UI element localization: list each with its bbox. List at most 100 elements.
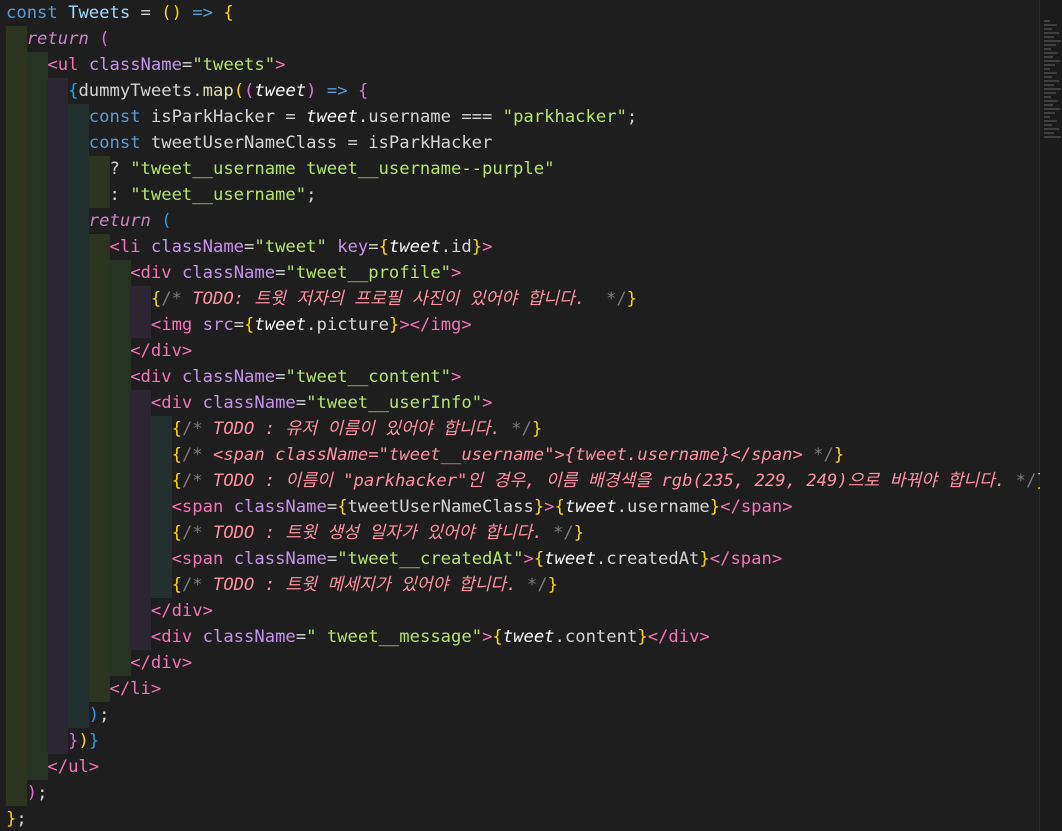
code-token: > — [275, 55, 286, 75]
code-text: return ( — [6, 211, 172, 231]
code-token: "parkhacker" — [502, 107, 627, 127]
code-line[interactable]: <ul className="tweets"> — [0, 52, 1040, 78]
code-line[interactable]: {/* TODO : 트윗 생성 일자가 있어야 합니다. */} — [0, 520, 1040, 546]
code-line[interactable]: })} — [0, 728, 1040, 754]
code-line[interactable]: </div> — [0, 598, 1040, 624]
code-line[interactable]: : "tweet__username"; — [0, 182, 1040, 208]
minimap-line — [1044, 36, 1054, 38]
code-line[interactable]: ? "tweet__username tweet__username--purp… — [0, 156, 1040, 182]
code-line[interactable]: ); — [0, 780, 1040, 806]
code-token: = — [368, 237, 379, 257]
minimap-line — [1044, 80, 1059, 82]
code-token: tweet — [564, 497, 617, 517]
code-token: { — [171, 523, 182, 543]
code-line[interactable]: const isParkHacker = tweet.username === … — [0, 104, 1040, 130]
code-token: => — [192, 3, 213, 23]
code-token: /* — [181, 523, 213, 543]
minimap[interactable] — [1039, 0, 1062, 831]
code-line[interactable]: </div> — [0, 338, 1040, 364]
code-token: ? — [109, 159, 131, 179]
code-token: } — [88, 731, 100, 751]
code-line[interactable]: </ul> — [0, 754, 1040, 780]
code-token: const — [6, 3, 69, 23]
code-line[interactable]: {dummyTweets.map((tweet) => { — [0, 78, 1040, 104]
code-token: <div — [150, 393, 193, 413]
code-text: ? "tweet__username tweet__username--purp… — [6, 159, 554, 179]
minimap-line — [1044, 72, 1057, 74]
code-line[interactable]: }; — [0, 806, 1040, 831]
minimap-line — [1044, 32, 1059, 34]
code-token: tweetUserNameClass = isParkHacker — [150, 133, 493, 153]
code-token: return — [26, 29, 89, 49]
code-token: () — [161, 3, 182, 23]
minimap-line — [1044, 92, 1056, 94]
code-token: /* — [181, 575, 213, 595]
code-line[interactable]: {/* TODO : 이름이 "parkhacker"인 경우, 이름 배경색을… — [0, 468, 1040, 494]
code-editor[interactable]: const Tweets = () => { return ( <ul clas… — [0, 0, 1040, 831]
code-token: .createdAt — [595, 549, 700, 569]
code-token: ) — [88, 705, 100, 725]
code-token: <img — [150, 315, 193, 335]
code-token: */ — [553, 523, 574, 543]
code-line[interactable]: <span className={tweetUserNameClass}>{tw… — [0, 494, 1040, 520]
code-text: </li> — [6, 679, 161, 699]
code-token: ></img> — [399, 315, 472, 335]
code-line[interactable]: <div className="tweet__userInfo"> — [0, 390, 1040, 416]
code-token: <div — [150, 627, 193, 647]
code-line[interactable]: const Tweets = () => { — [0, 0, 1040, 26]
code-line[interactable]: </li> — [0, 676, 1040, 702]
minimap-line — [1044, 28, 1052, 30]
code-token: "tweet__username tweet__username--purple… — [130, 159, 555, 179]
code-token: const — [88, 107, 151, 127]
code-token: ; — [306, 185, 317, 205]
code-line[interactable]: {/* <span className="tweet__username">{t… — [0, 442, 1040, 468]
code-text: </ul> — [6, 757, 99, 777]
code-text: ); — [6, 783, 48, 803]
code-token: } — [531, 419, 543, 439]
code-token: </ul> — [47, 757, 100, 777]
code-token: { — [171, 445, 182, 465]
code-line[interactable]: {/* TODO : 트윗 메세지가 있어야 합니다. */} — [0, 572, 1040, 598]
code-line[interactable]: <div className="tweet__content"> — [0, 364, 1040, 390]
code-line[interactable]: const tweetUserNameClass = isParkHacker — [0, 130, 1040, 156]
code-token: { — [554, 497, 565, 517]
minimap-line — [1044, 116, 1050, 118]
code-line[interactable]: <div className=" tweet__message">{tweet.… — [0, 624, 1040, 650]
code-line[interactable]: <img src={tweet.picture}></img> — [0, 312, 1040, 338]
code-token: ( — [244, 81, 255, 101]
code-token: className — [202, 627, 296, 647]
code-line[interactable]: return ( — [0, 26, 1040, 52]
code-line[interactable]: ); — [0, 702, 1040, 728]
code-token: className — [181, 263, 276, 283]
code-line[interactable]: <span className="tweet__createdAt">{twee… — [0, 546, 1040, 572]
code-token: </div> — [130, 653, 193, 673]
code-token: { — [171, 575, 182, 595]
code-token: <ul — [47, 55, 79, 75]
code-token: "tweet__profile" — [285, 263, 452, 283]
minimap-line — [1044, 48, 1051, 50]
code-token: } — [6, 809, 17, 829]
code-token: { — [357, 81, 369, 101]
code-token: ( — [233, 81, 245, 101]
code-line[interactable]: <div className="tweet__profile"> — [0, 260, 1040, 286]
code-token: */ — [605, 289, 627, 309]
code-line[interactable]: return ( — [0, 208, 1040, 234]
code-text: ); — [6, 705, 110, 725]
minimap-line — [1044, 60, 1060, 62]
code-line[interactable]: <li className="tweet" key={tweet.id}> — [0, 234, 1040, 260]
code-token: { — [171, 419, 182, 439]
code-token: : — [109, 185, 131, 205]
code-text: </div> — [6, 341, 192, 361]
code-line[interactable]: </div> — [0, 650, 1040, 676]
code-token: { — [68, 81, 79, 101]
code-line[interactable]: {/* TODO : 유저 이름이 있어야 합니다. */} — [0, 416, 1040, 442]
code-token: tweet — [306, 107, 358, 127]
code-line[interactable]: {/* TODO: 트윗 저자의 프로필 사진이 있어야 합니다. */} — [0, 286, 1040, 312]
